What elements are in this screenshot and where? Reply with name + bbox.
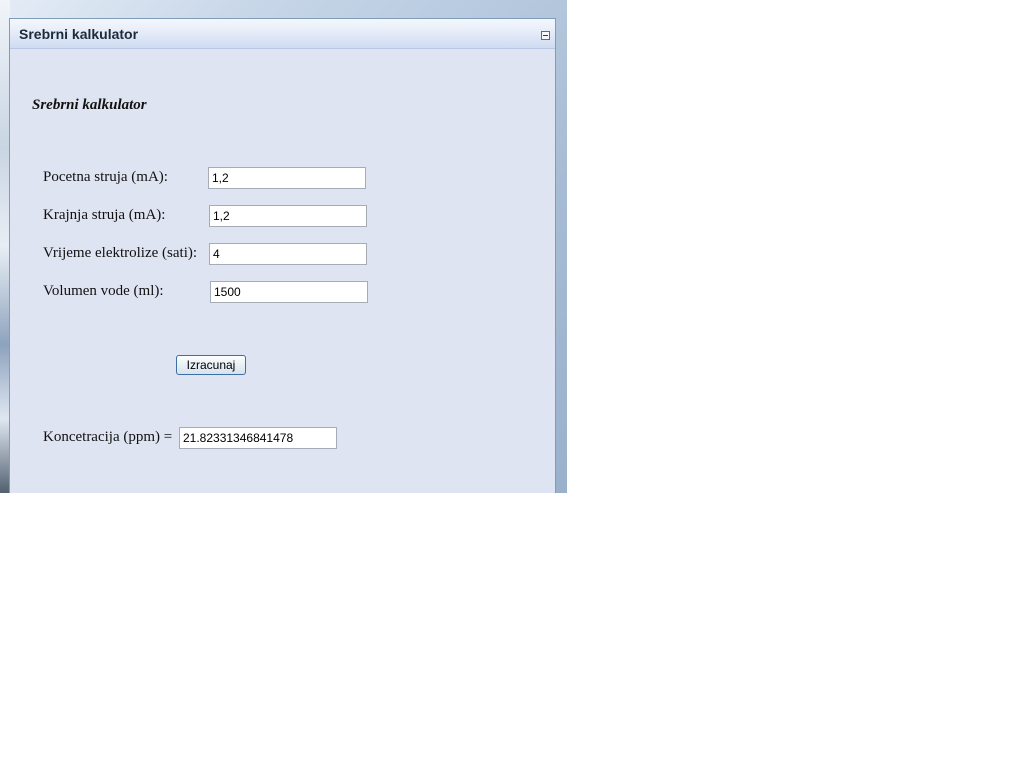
form-heading: Srebrni kalkulator: [32, 97, 147, 113]
panel-header: Srebrni kalkulator: [10, 19, 555, 49]
water-volume-label: Volumen vode (ml):: [43, 283, 164, 299]
result-label: Koncetracija (ppm) =: [43, 429, 173, 445]
end-current-label: Krajnja struja (mA):: [43, 207, 166, 223]
end-current-input[interactable]: [209, 205, 367, 227]
panel-title: Srebrni kalkulator: [19, 26, 139, 42]
calculate-button[interactable]: Izracunaj: [176, 355, 246, 375]
start-current-label: Pocetna struja (mA):: [43, 169, 168, 185]
minus-box-icon[interactable]: [541, 31, 550, 40]
electrolysis-time-label: Vrijeme elektrolize (sati):: [43, 245, 198, 261]
calculator-panel: Srebrni kalkulator Srebrni kalkulator Po…: [9, 18, 556, 493]
electrolysis-time-input[interactable]: [209, 243, 367, 265]
result-output[interactable]: [179, 427, 337, 449]
start-current-input[interactable]: [208, 167, 366, 189]
water-volume-input[interactable]: [210, 281, 368, 303]
